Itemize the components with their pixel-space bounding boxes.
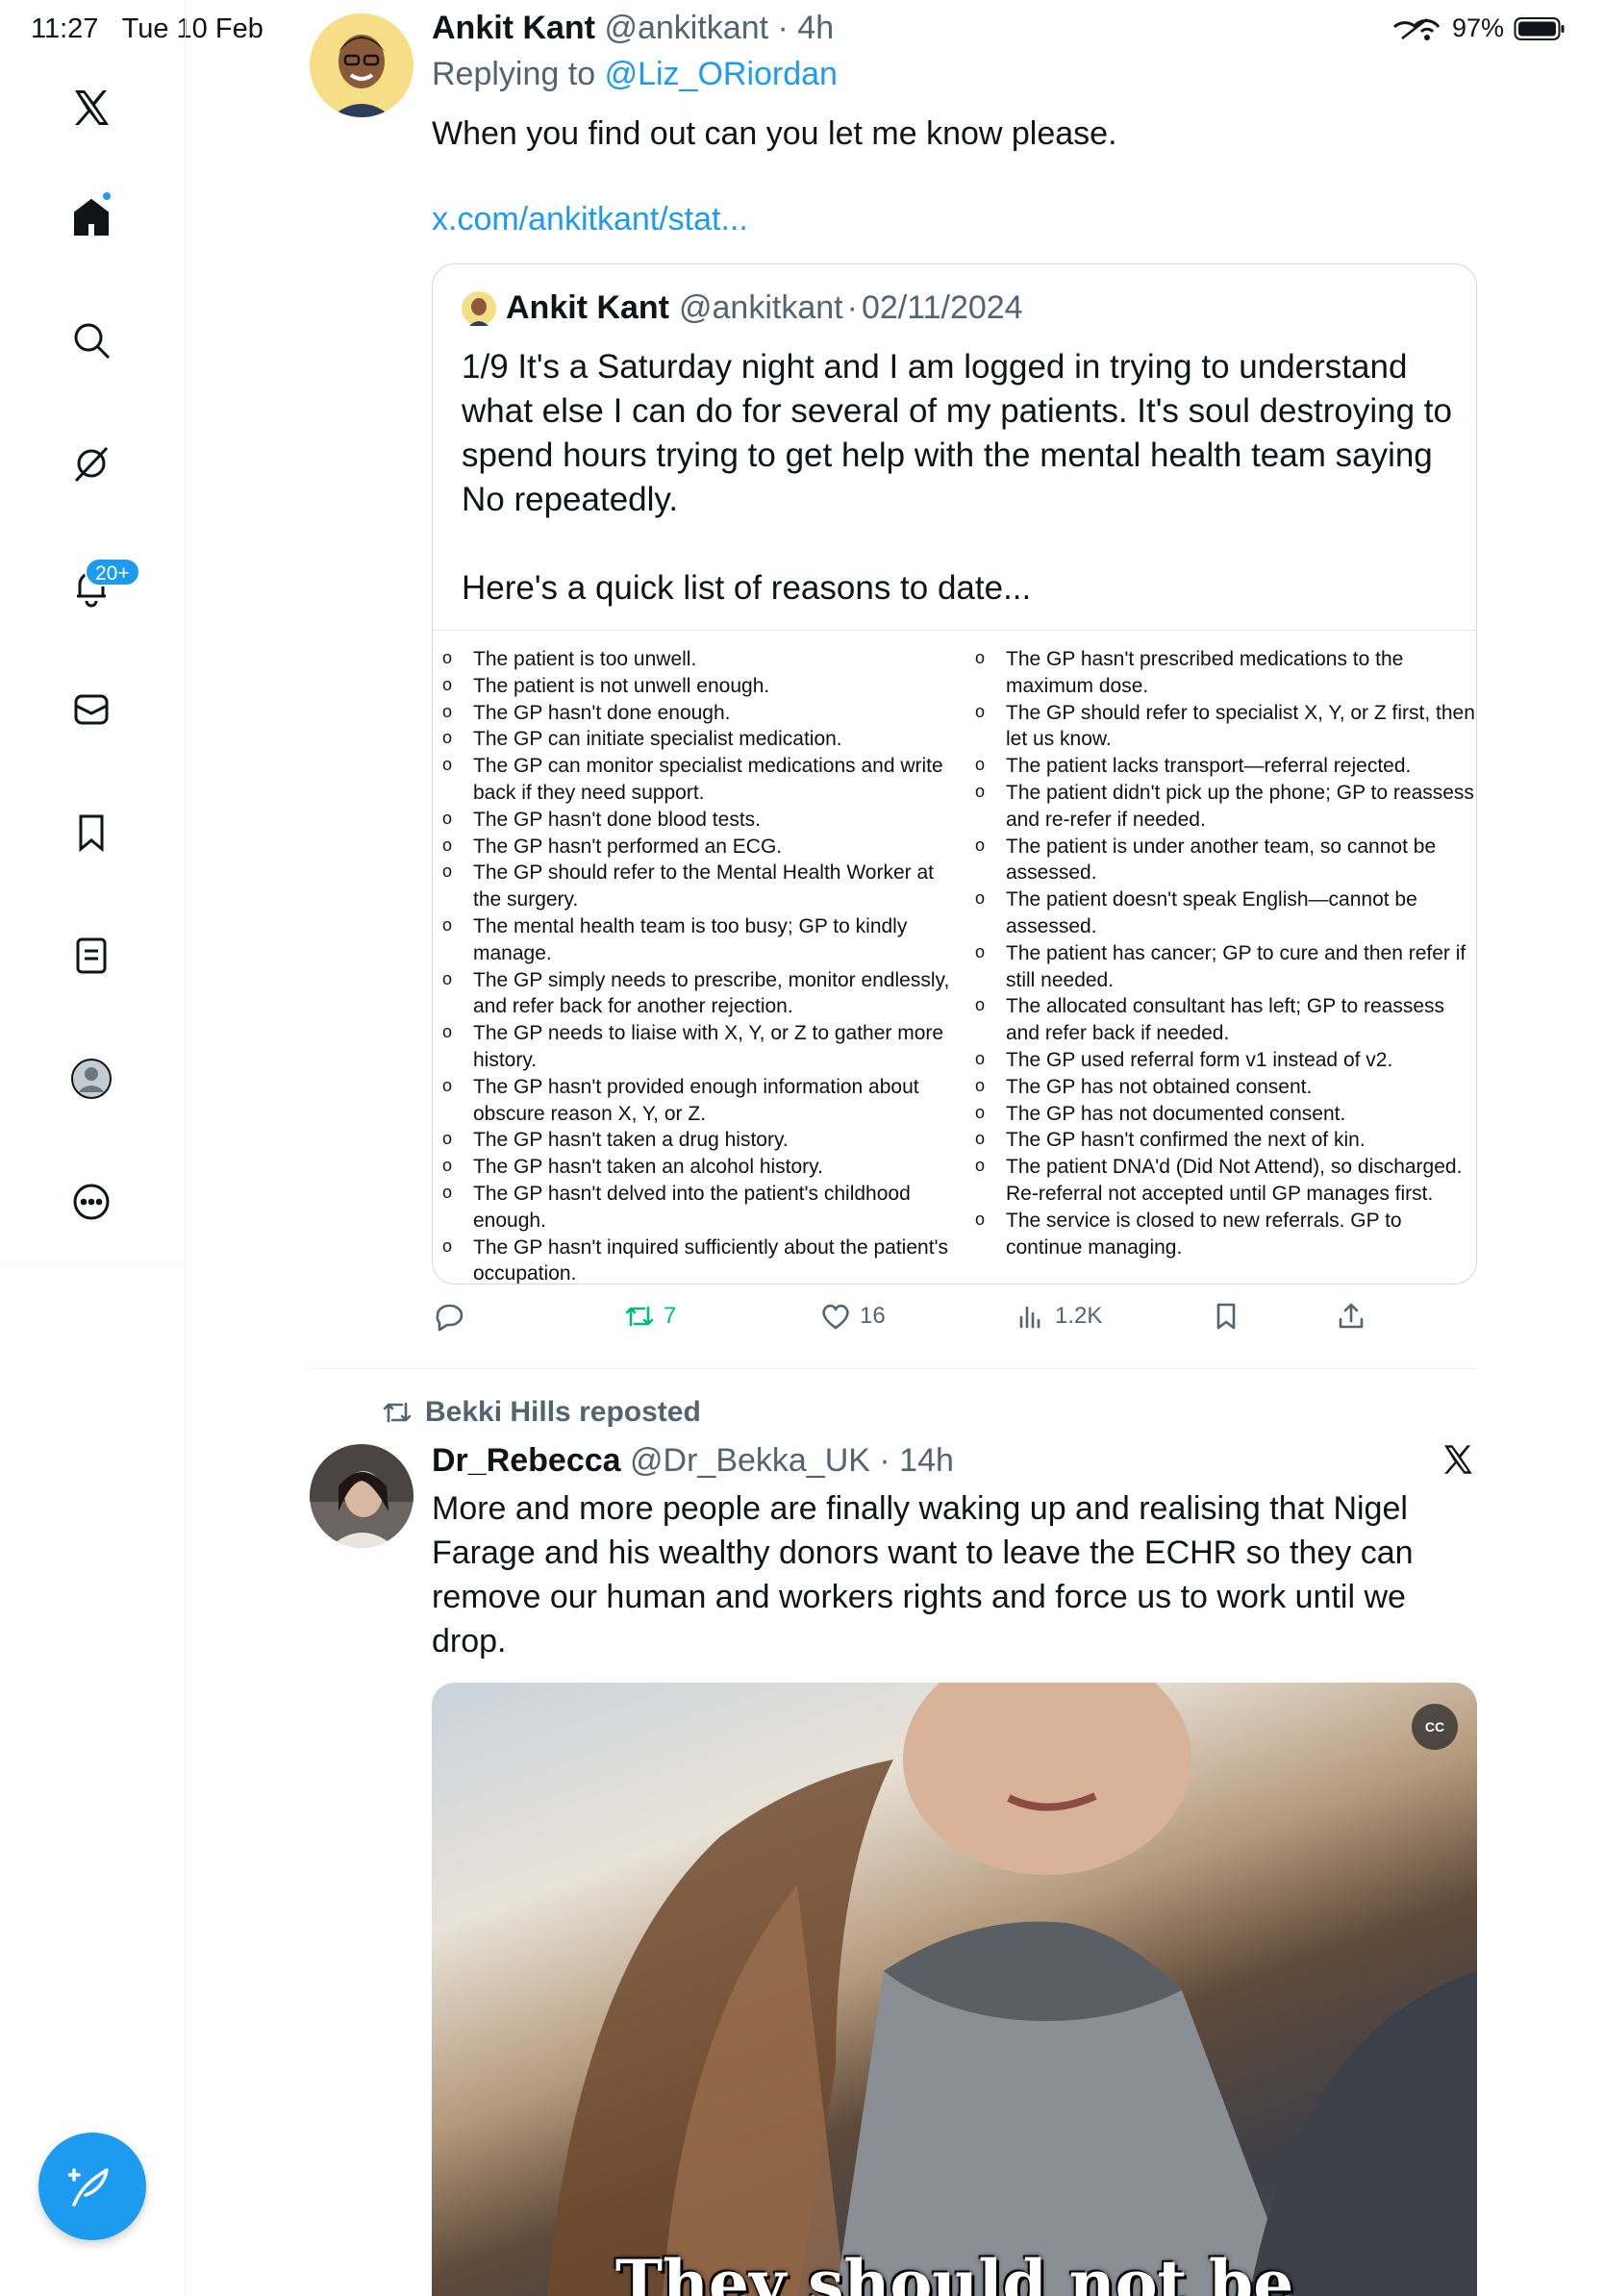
battery-percent: 97% xyxy=(1451,13,1504,42)
tweet1-header: Ankit Kant @ankitkant · 4h xyxy=(432,10,835,46)
home-notification-dot xyxy=(101,190,113,202)
list-item: The GP hasn't delved into the patient's … xyxy=(433,1180,952,1235)
tweet1-replying-to: Replying to @Liz_ORiordan xyxy=(432,56,838,92)
tweet2-video[interactable]: CC They should not be xyxy=(432,1683,1477,2296)
avatar-dr-rebecca[interactable] xyxy=(310,1444,414,1548)
list-item: The GP hasn't taken a drug history. xyxy=(433,1126,952,1154)
messages-icon[interactable] xyxy=(66,685,116,735)
sidebar-divider xyxy=(0,1264,186,1265)
profile-icon[interactable] xyxy=(66,1054,116,1104)
list-item: The GP simply needs to prescribe, monito… xyxy=(433,966,952,1021)
repost-count: 7 xyxy=(664,1303,677,1329)
list-item: The GP can initiate specialist medicatio… xyxy=(433,725,952,753)
status-bar-right: 97% xyxy=(1389,13,1566,43)
list-item: The GP hasn't provided enough informatio… xyxy=(433,1073,952,1128)
tweet1-time[interactable]: 4h xyxy=(797,10,834,46)
list-item: The patient is under another team, so ca… xyxy=(965,833,1475,887)
notifications-badge: 20+ xyxy=(85,558,140,586)
quoted-handle: @ankitkant xyxy=(679,289,843,326)
more-icon[interactable] xyxy=(66,1177,116,1227)
tweet1-author[interactable]: Ankit Kant xyxy=(432,10,595,46)
heart-icon xyxy=(822,1304,849,1330)
tweet-separator xyxy=(310,1368,1477,1369)
list-item: The service is closed to new referrals. … xyxy=(965,1207,1475,1261)
grok-icon[interactable] xyxy=(66,438,116,488)
closed-captions-button[interactable]: CC xyxy=(1412,1704,1458,1750)
reply-icon xyxy=(436,1304,464,1332)
list-item: The GP has not documented consent. xyxy=(965,1100,1475,1128)
lists-icon[interactable] xyxy=(66,931,116,981)
bookmark-action-icon xyxy=(1216,1303,1236,1330)
list-item: The patient doesn't speak English—cannot… xyxy=(965,886,1475,940)
views-count: 1.2K xyxy=(1055,1303,1103,1329)
list-item: The GP can monitor specialist medication… xyxy=(433,752,952,807)
video-frame xyxy=(547,1683,1477,2296)
repost-small-icon xyxy=(383,1402,412,1423)
repost-icon xyxy=(625,1306,654,1327)
list-item: The GP used referral form v1 instead of … xyxy=(965,1046,1475,1074)
quoted-image-list[interactable]: The patient is too unwell.The patient is… xyxy=(433,630,1476,1284)
share-button[interactable] xyxy=(1335,1300,1367,1333)
quoted-text: 1/9 It's a Saturday night and I am logge… xyxy=(462,348,1452,607)
replying-to-link[interactable]: @Liz_ORiordan xyxy=(605,56,838,92)
quoted-avatar xyxy=(462,290,496,326)
reasons-list-right: The GP hasn't prescribed medications to … xyxy=(965,645,1475,1261)
search-icon[interactable] xyxy=(66,315,116,365)
share-icon xyxy=(1339,1303,1364,1329)
list-item: The GP needs to liaise with X, Y, or Z t… xyxy=(433,1019,952,1074)
list-item: The GP hasn't prescribed medications to … xyxy=(965,645,1475,700)
tweet1-handle[interactable]: @ankitkant xyxy=(604,10,768,46)
list-item: The patient is not unwell enough. xyxy=(433,672,952,700)
quoted-date: 02/11/2024 xyxy=(861,289,1023,326)
list-item: The patient lacks transport—referral rej… xyxy=(965,752,1475,780)
list-item: The patient didn't pick up the phone; GP… xyxy=(965,779,1475,834)
list-item: The patient is too unwell. xyxy=(433,645,952,673)
tweet1-text: When you find out can you let me know pl… xyxy=(432,115,1117,152)
sidebar: 20+ xyxy=(0,0,186,2296)
list-item: The GP hasn't inquired sufficiently abou… xyxy=(433,1234,952,1284)
video-caption: They should not be xyxy=(614,2246,1294,2296)
views-button[interactable]: 1.2K xyxy=(1015,1300,1102,1333)
list-item: The GP has not obtained consent. xyxy=(965,1073,1475,1101)
list-item: The GP hasn't performed an ECG. xyxy=(433,833,952,861)
bookmark-icon[interactable] xyxy=(66,808,116,858)
quoted-author: Ankit Kant xyxy=(506,289,669,326)
list-item: The GP hasn't done enough. xyxy=(433,699,952,727)
compose-icon xyxy=(68,2168,109,2207)
avatar-ankit-kant[interactable] xyxy=(310,13,414,117)
views-icon xyxy=(1019,1306,1040,1329)
list-item: The patient has cancer; GP to cure and t… xyxy=(965,939,1475,994)
repost-button[interactable]: 7 xyxy=(623,1300,676,1333)
list-item: The GP should refer to the Mental Health… xyxy=(433,859,952,913)
x-logo-small-icon xyxy=(1441,1442,1475,1482)
tweet2-author[interactable]: Dr_Rebecca xyxy=(432,1442,621,1479)
reposted-by[interactable]: Bekki Hills reposted xyxy=(381,1396,701,1429)
list-item: The mental health team is too busy; GP t… xyxy=(433,912,952,967)
list-item: The GP hasn't confirmed the next of kin. xyxy=(965,1126,1475,1154)
battery-icon xyxy=(1514,16,1565,40)
list-item: The GP hasn't taken an alcohol history. xyxy=(433,1153,952,1181)
list-item: The patient DNA'd (Did Not Attend), so d… xyxy=(965,1153,1475,1208)
quoted-tweet-header: Ankit Kant @ankitkant · 02/11/2024 xyxy=(462,289,1023,327)
bookmark-button[interactable] xyxy=(1210,1300,1242,1333)
like-button[interactable]: 16 xyxy=(819,1300,886,1333)
tweet2-handle[interactable]: @Dr_Bekka_UK xyxy=(630,1442,870,1479)
tweet1-link[interactable]: x.com/ankitkant/stat... xyxy=(432,201,748,238)
reasons-list-left: The patient is too unwell.The patient is… xyxy=(433,645,952,1284)
tweet2-time[interactable]: 14h xyxy=(899,1442,954,1479)
tweet2-header: Dr_Rebecca @Dr_Bekka_UK · 14h xyxy=(432,1442,954,1479)
like-count: 16 xyxy=(860,1303,886,1329)
list-item: The GP hasn't done blood tests. xyxy=(433,806,952,834)
compose-button[interactable] xyxy=(38,2133,146,2240)
reply-button[interactable] xyxy=(433,1300,465,1333)
list-item: The allocated consultant has left; GP to… xyxy=(965,992,1475,1047)
wifi-icon xyxy=(1392,17,1441,40)
x-logo-icon[interactable] xyxy=(66,83,116,133)
quoted-tweet[interactable]: Ankit Kant @ankitkant · 02/11/2024 1/9 It'… xyxy=(432,263,1477,1285)
tweet2-text: More and more people are finally waking … xyxy=(432,1490,1414,1660)
list-item: The GP should refer to specialist X, Y, … xyxy=(965,699,1475,754)
